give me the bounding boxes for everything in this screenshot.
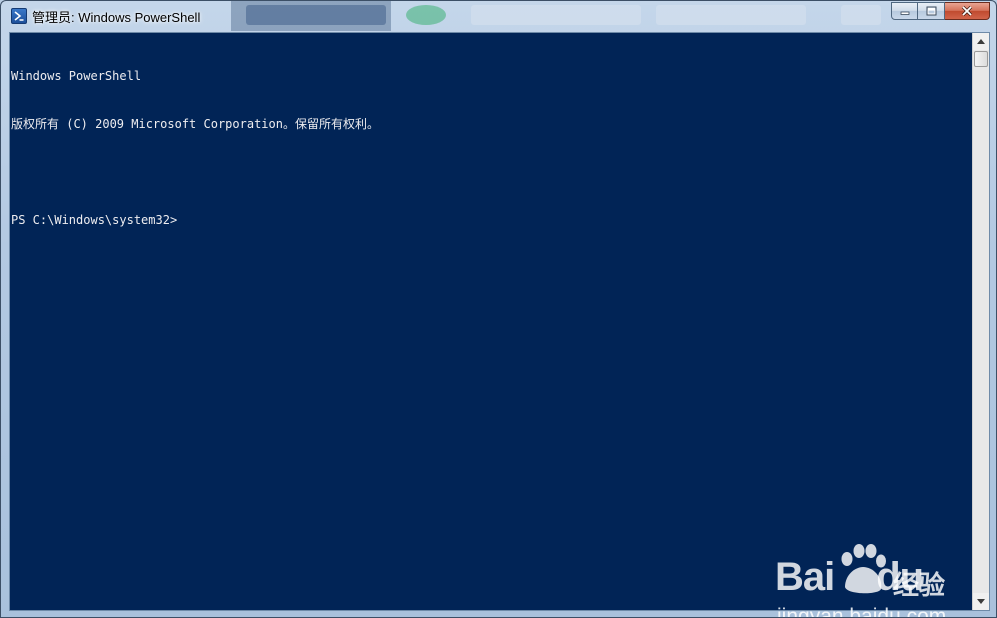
baidu-jingyan-watermark: Bai du 经验 jingyan.baidu.com	[775, 543, 965, 617]
console-line: Windows PowerShell	[11, 69, 142, 83]
scroll-down-arrow-icon	[977, 599, 985, 604]
title-bar[interactable]: 管理员: Windows PowerShell	[1, 1, 996, 31]
console-area[interactable]: Windows PowerShell 版权所有 (C) 2009 Microso…	[9, 32, 990, 617]
scroll-up-arrow-icon	[977, 39, 985, 44]
scrollbar-thumb[interactable]	[974, 51, 988, 67]
vertical-scrollbar[interactable]	[972, 33, 989, 610]
close-icon	[945, 3, 989, 19]
powershell-window: 管理员: Windows PowerShell Windows PowerShe…	[0, 0, 997, 618]
scroll-up-button[interactable]	[973, 33, 989, 50]
caption-buttons	[891, 2, 990, 22]
paw-icon	[841, 544, 886, 594]
console-line: 版权所有 (C) 2009 Microsoft Corporation。保留所有…	[11, 117, 379, 131]
window-bottom-border[interactable]	[1, 609, 996, 617]
minimize-button[interactable]	[891, 2, 918, 20]
scroll-down-button[interactable]	[973, 593, 989, 610]
close-button[interactable]	[945, 2, 990, 20]
window-title: 管理员: Windows PowerShell	[32, 10, 201, 25]
maximize-button[interactable]	[918, 2, 945, 20]
powershell-icon[interactable]	[11, 8, 27, 24]
watermark-logo-bai: Bai	[775, 555, 835, 599]
watermark-cn-text: 经验	[893, 571, 946, 601]
maximize-icon	[918, 3, 944, 19]
console-output[interactable]: Windows PowerShell 版权所有 (C) 2009 Microso…	[11, 36, 971, 260]
console-prompt: PS C:\Windows\system32>	[11, 213, 178, 227]
minimize-icon	[892, 3, 917, 19]
